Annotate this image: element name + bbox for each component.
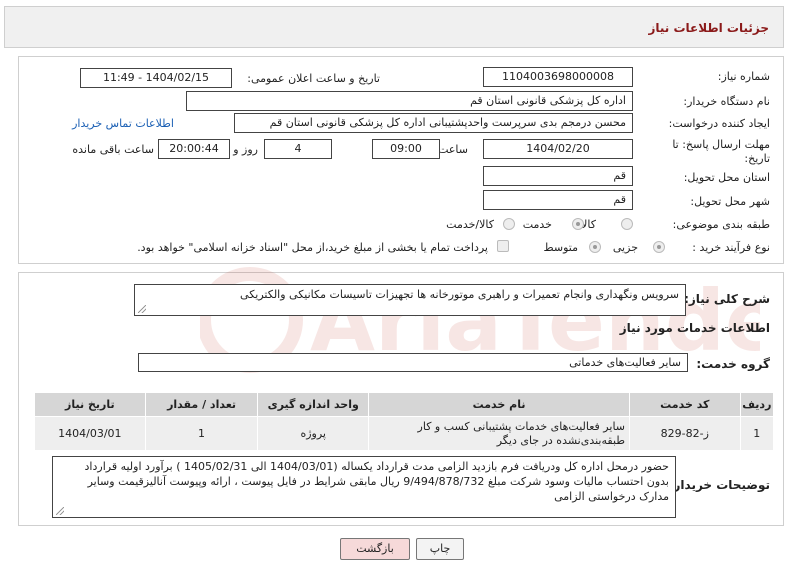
col-header-service-name: نام خدمت (368, 392, 631, 417)
announce-datetime-field[interactable]: 1404/02/15 - 11:49 (80, 68, 232, 88)
header-bar: جزئیات اطلاعات نیاز (4, 6, 784, 48)
need-number-field[interactable]: 1104003698000008 (483, 67, 633, 87)
category-option-goods-service: کالا/خدمت (446, 218, 494, 231)
table-row: 1 ز-82-829 سایر فعالیت‌های خدمات پشتیبان… (34, 416, 775, 451)
service-group-label: گروه خدمت: (696, 357, 770, 371)
category-option-service: خدمت (522, 218, 552, 231)
resize-grip-icon[interactable] (56, 507, 64, 515)
table-header-row: ردیف کد خدمت نام خدمت واحد اندازه گیری ت… (34, 392, 775, 417)
announce-label: تاریخ و ساعت اعلان عمومی: (247, 72, 380, 85)
print-button[interactable]: چاپ (416, 538, 464, 560)
creator-field[interactable]: محسن درمجم بدی سرپرست واحدپشتیبانی اداره… (234, 113, 633, 133)
category-radio-service[interactable] (572, 218, 584, 230)
cell-quantity: 1 (144, 416, 259, 451)
description-text: سرویس ونگهداری وانجام تعمیرات و راهبری م… (240, 288, 679, 301)
cell-service-name: سایر فعالیت‌های خدمات پشتیبانی کسب و کار… (368, 416, 631, 451)
cell-row-number: 1 (739, 416, 775, 451)
buyer-notes-label: توضیحات خریدار: (668, 478, 770, 492)
process-radio-minor[interactable] (653, 241, 665, 253)
category-label: طبقه بندی موضوعی: (672, 218, 770, 231)
services-table: ردیف کد خدمت نام خدمت واحد اندازه گیری ت… (34, 392, 775, 451)
treasury-note: پرداخت تمام یا بخشی از مبلغ خرید،از محل … (137, 241, 488, 254)
description-textarea[interactable]: سرویس ونگهداری وانجام تعمیرات و راهبری م… (134, 284, 686, 316)
days-field[interactable]: 4 (264, 139, 332, 159)
treasury-checkbox[interactable] (497, 240, 509, 252)
category-radio-goods[interactable] (621, 218, 633, 230)
days-label: روز و (233, 143, 258, 156)
deadline-label: مهلت ارسال پاسخ: تا تاریخ: (672, 138, 770, 165)
city-field[interactable]: قم (483, 190, 633, 210)
col-header-row-number: ردیف (739, 392, 775, 417)
contact-info-link[interactable]: اطلاعات تماس خریدار (72, 117, 174, 130)
remaining-label: ساعت باقی مانده (72, 143, 154, 156)
deadline-time-label: ساعت (438, 143, 468, 156)
process-option-minor: جزیی (612, 241, 638, 254)
description-label: شرح کلی نیاز: (684, 292, 770, 306)
col-header-unit: واحد اندازه گیری (257, 392, 370, 417)
deadline-time-field[interactable]: 09:00 (372, 139, 440, 159)
page-frame: جزئیات اطلاعات نیاز شماره نیاز: 11040036… (0, 0, 788, 574)
city-label: شهر محل تحویل: (690, 195, 770, 208)
page-title: جزئیات اطلاعات نیاز (648, 21, 769, 35)
deadline-date-field[interactable]: 1404/02/20 (483, 139, 633, 159)
col-header-service-code: کد خدمت (629, 392, 741, 417)
buyer-notes-textarea[interactable]: حضور درمحل اداره کل ودریافت فرم بازدید ا… (52, 456, 676, 518)
province-field[interactable]: قم (483, 166, 633, 186)
buyer-org-field[interactable]: اداره کل پزشکی قانونی استان قم (186, 91, 633, 111)
province-label: استان محل تحویل: (683, 171, 770, 184)
cell-service-code: ز-82-829 (629, 416, 741, 451)
back-button[interactable]: بازگشت (340, 538, 410, 560)
resize-grip-icon[interactable] (138, 305, 146, 313)
process-radio-medium[interactable] (589, 241, 601, 253)
buyer-org-label: نام دستگاه خریدار: (683, 95, 770, 108)
creator-label: ایجاد کننده درخواست: (668, 117, 770, 130)
services-heading: اطلاعات خدمات مورد نیاز (619, 321, 770, 335)
remaining-time-field[interactable]: 20:00:44 (158, 139, 230, 159)
col-header-need-date: تاریخ نیاز (34, 392, 146, 417)
service-group-field[interactable]: سایر فعالیت‌های خدماتی (138, 353, 688, 372)
cell-need-date: 1404/03/01 (34, 416, 146, 451)
buyer-notes-text: حضور درمحل اداره کل ودریافت فرم بازدید ا… (84, 460, 669, 503)
col-header-quantity: تعداد / مقدار (144, 392, 259, 417)
need-number-label: شماره نیاز: (717, 70, 770, 83)
process-label: نوع فرآیند خرید : (692, 241, 770, 254)
process-option-medium: متوسط (543, 241, 578, 254)
cell-unit: پروژه (257, 416, 370, 451)
category-radio-goods-service[interactable] (503, 218, 515, 230)
